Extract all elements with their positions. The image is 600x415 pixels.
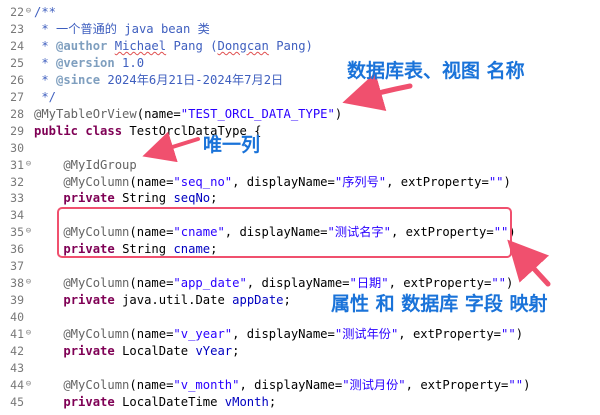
callout-field-mapping: 属性 和 数据库 字段 映射 (331, 293, 548, 315)
callout-table-view-name: 数据库表、视图 名称 (347, 60, 525, 82)
callout-unique-column: 唯一列 (203, 134, 261, 156)
arrow-to-column-box (507, 239, 551, 287)
arrow-to-idgroup (142, 131, 200, 163)
code-editor[interactable]: 22 ⊖ 23 24 25 26 27 28 29 30 31 ⊖ 32 33 34 35 ⊖ 36 37 38 ⊖ 39… (0, 0, 600, 415)
arrow-to-table-annotation (342, 72, 413, 111)
